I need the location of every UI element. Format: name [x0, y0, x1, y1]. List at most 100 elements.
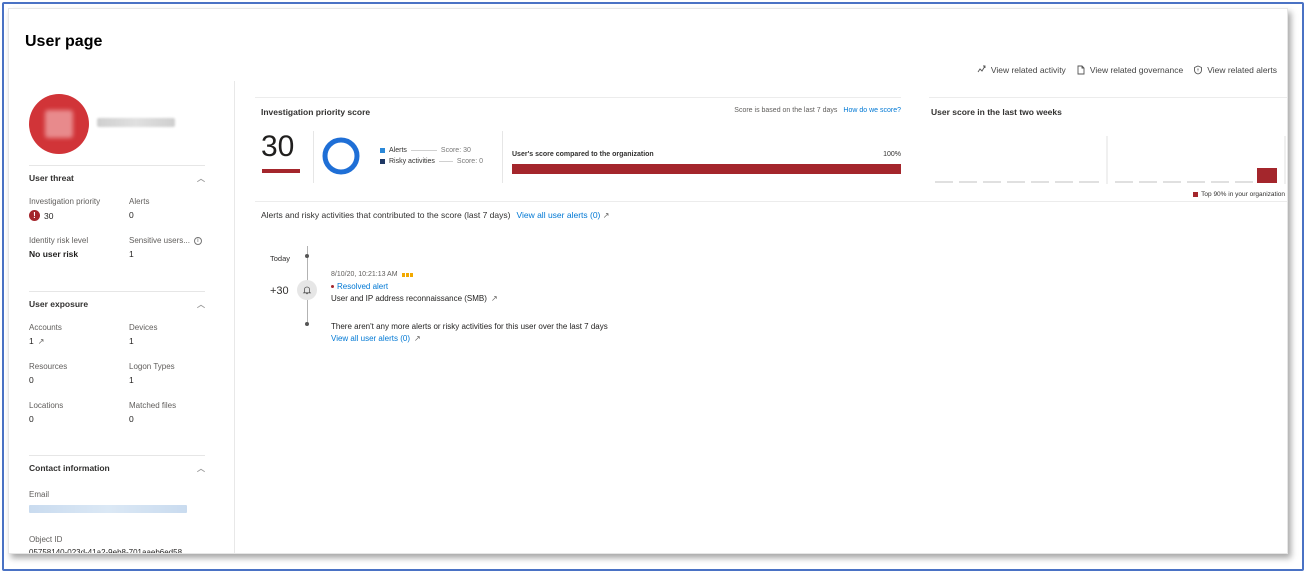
external-link-icon: ↗ [602, 211, 610, 220]
user-summary-panel: User threat ︿ Investigation priority ! 3… [9, 81, 235, 553]
chevron-up-icon[interactable]: ︿ [197, 463, 205, 474]
view-related-alerts-link[interactable]: View related alerts [1193, 65, 1277, 75]
view-related-activity-label: View related activity [990, 65, 1066, 75]
trend-legend-swatch [1193, 192, 1199, 197]
sensitive-users-value: 1 [129, 249, 134, 259]
page-title: User page [25, 33, 103, 50]
locations-label: Locations [29, 401, 64, 410]
legend-swatch [380, 159, 385, 164]
score-underline [262, 169, 300, 173]
devices-label: Devices [129, 323, 158, 332]
legend-alerts-label: Alerts [389, 147, 407, 154]
user-page-window: User page View related activity View rel… [8, 8, 1288, 554]
email-label: Email [29, 490, 50, 499]
user-score-trend-card: User score in the last two weeks Top 90%… [929, 97, 1287, 201]
trend-title: User score in the last two weeks [931, 107, 1062, 117]
compare-progress-bar [512, 164, 901, 174]
status-dot [331, 285, 334, 288]
alerts-value: 0 [129, 210, 134, 220]
external-link-icon: ↗ [490, 294, 498, 303]
trend-bar [1257, 168, 1277, 183]
resources-value: 0 [29, 375, 34, 385]
legend-risky-score: Score: 0 [456, 158, 483, 165]
score-donut-chart [322, 137, 360, 175]
score-delta: +30 [270, 285, 289, 297]
user-threat-header[interactable]: User threat ︿ [29, 166, 205, 190]
trend-legend: Top 90% in your organization [1193, 191, 1285, 198]
score-note-text: Score is based on the last 7 days [734, 107, 838, 114]
score-legend: Alerts Score: 30 Risky activities Score:… [380, 145, 483, 167]
alerts-section-title: Alerts and risky activities that contrib… [261, 210, 511, 220]
accounts-label: Accounts [29, 323, 62, 332]
user-exposure-section: User exposure ︿ Accounts 1 ↗ Devices 1 R… [29, 291, 205, 433]
alert-timestamp: 8/10/20, 10:21:13 AM [331, 271, 398, 278]
bell-icon [302, 286, 312, 295]
sensitive-users-label: Sensitive users... [129, 236, 190, 245]
investigation-priority-card: Investigation priority score Score is ba… [255, 97, 901, 201]
chevron-up-icon[interactable]: ︿ [197, 299, 205, 310]
alert-entry: 8/10/20, 10:21:13 AM Resolved alert User… [331, 271, 498, 303]
compare-label: User's score compared to the organizatio… [512, 151, 654, 158]
alerts-label: Alerts [129, 197, 150, 206]
legend-alerts: Alerts Score: 30 [380, 145, 483, 156]
top-actions: View related activity View related gover… [977, 65, 1277, 75]
identity-risk-value: No user risk [29, 249, 79, 259]
accounts-value: 1 [29, 336, 34, 346]
logon-types-label: Logon Types [129, 362, 175, 371]
alert-status-label: Resolved alert [337, 282, 389, 291]
alert-name-link[interactable]: User and IP address reconnaissance (SMB)… [331, 294, 498, 303]
legend-line [410, 150, 437, 151]
legend-alerts-score: Score: 30 [440, 147, 471, 154]
section-divider [255, 201, 1287, 202]
locations-value: 0 [29, 414, 34, 424]
trend-chart [935, 136, 1286, 184]
alert-exclamation-icon: ! [29, 210, 40, 221]
investigation-priority-label: Investigation priority [29, 197, 101, 206]
score-card-title: Investigation priority score [261, 107, 371, 117]
priority-score-value: 30 [261, 130, 295, 163]
view-all-user-alerts-link-bottom[interactable]: View all user alerts (0) ↗ [331, 334, 421, 343]
info-icon[interactable]: i [193, 236, 202, 245]
username-redacted [97, 118, 175, 127]
how-do-we-score-link[interactable]: How do we score? [843, 107, 901, 114]
contact-info-header[interactable]: Contact information ︿ [29, 456, 205, 480]
trend-legend-label: Top 90% in your organization [1201, 191, 1285, 198]
bell-icon-badge [297, 280, 317, 300]
alerts-section-header: Alerts and risky activities that contrib… [261, 210, 609, 220]
timeline-dot [305, 254, 309, 258]
accounts-link[interactable]: 1 ↗ [29, 336, 129, 346]
legend-line [438, 161, 453, 162]
view-all-label: View all user alerts (0) [516, 210, 601, 220]
user-threat-section: User threat ︿ Investigation priority ! 3… [29, 165, 205, 268]
severity-indicator [401, 272, 413, 277]
view-all-user-alerts-link[interactable]: View all user alerts (0) ↗ [516, 210, 609, 220]
object-id-label: Object ID [29, 535, 63, 544]
avatar [29, 94, 89, 154]
matched-files-label: Matched files [129, 401, 177, 410]
compare-progress-fill [512, 164, 901, 174]
view-related-governance-link[interactable]: View related governance [1076, 65, 1183, 75]
alert-name: User and IP address reconnaissance (SMB) [331, 294, 487, 303]
devices-value: 1 [129, 336, 134, 346]
no-more-alerts-text: There aren't any more alerts or risky ac… [331, 322, 608, 331]
user-exposure-header[interactable]: User exposure ︿ [29, 292, 205, 316]
view-all-bottom-label: View all user alerts (0) [331, 334, 410, 343]
timeline-dot [305, 322, 309, 326]
divider [313, 131, 314, 183]
score-note: Score is based on the last 7 days How do… [734, 107, 901, 114]
investigation-priority-value: 30 [44, 210, 54, 221]
avatar-redacted [45, 110, 73, 138]
view-related-activity-link[interactable]: View related activity [977, 65, 1066, 75]
user-exposure-title: User exposure [29, 299, 89, 309]
shield-icon [1194, 65, 1203, 75]
external-link-icon: ↗ [414, 334, 421, 343]
legend-risky-activities: Risky activities Score: 0 [380, 156, 483, 167]
view-related-alerts-label: View related alerts [1207, 65, 1277, 75]
contact-info-title: Contact information [29, 463, 110, 473]
external-link-icon[interactable]: ↗ [38, 337, 45, 346]
document-icon [1077, 65, 1085, 75]
identity-risk-label: Identity risk level [29, 236, 89, 245]
chevron-up-icon[interactable]: ︿ [197, 173, 205, 184]
contact-info-section: Contact information ︿ Email Object ID 05… [29, 455, 205, 553]
resolved-alert-status[interactable]: Resolved alert [331, 282, 498, 291]
